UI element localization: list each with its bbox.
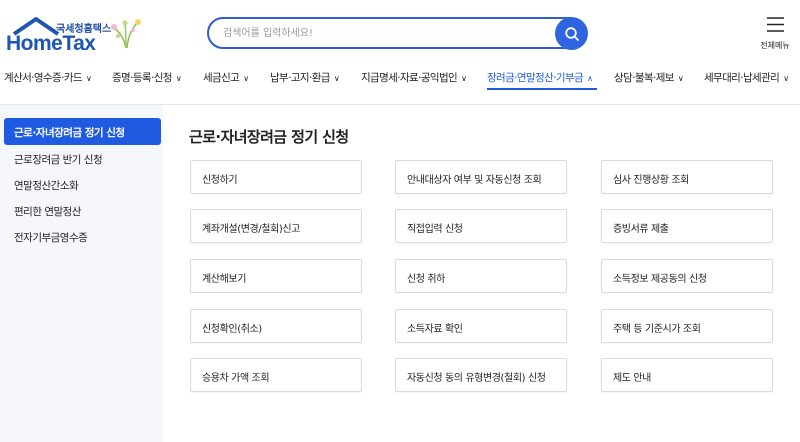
calculator-button[interactable]: 계산해보기 xyxy=(190,259,362,293)
nav-item-payment[interactable]: 납부·고지·환급 ∨ xyxy=(270,70,340,85)
nav-label: 장려금·연말정산·기부금 xyxy=(487,72,584,84)
system-guide-button[interactable]: 제도 안내 xyxy=(601,358,773,392)
confirm-cancel-button[interactable]: 신청확인(취소) xyxy=(190,309,362,343)
car-value-button[interactable]: 승용차 가액 조회 xyxy=(190,358,362,392)
apply-button[interactable]: 신청하기 xyxy=(190,160,362,194)
sidebar-item-year-end-simplified[interactable]: 연말정산간소화 xyxy=(14,178,79,193)
nav-item-incentive[interactable]: 장려금·연말정산·기부금 ∧ xyxy=(487,70,593,85)
search-box xyxy=(207,17,585,49)
chevron-up-icon: ∧ xyxy=(587,74,593,83)
chevron-down-icon: ∨ xyxy=(677,74,684,83)
chevron-down-icon: ∨ xyxy=(783,74,789,83)
chevron-down-icon: ∨ xyxy=(461,74,467,83)
nav-item-statement[interactable]: 지급명세·자료·공익법인 ∨ xyxy=(361,70,467,85)
eligibility-check-button[interactable]: 안내대상자 여부 및 자동신청 조회 xyxy=(395,160,567,194)
review-status-button[interactable]: 심사 진행상황 조회 xyxy=(601,160,773,194)
header: 국세청홈택스 HomeTax 전체메뉴 xyxy=(0,0,800,64)
chevron-down-icon: ∨ xyxy=(243,74,249,83)
chevron-down-icon: ∨ xyxy=(333,74,340,83)
all-menu-button[interactable]: 전체메뉴 xyxy=(757,16,793,52)
active-nav-underline xyxy=(487,88,597,90)
sidebar-item-half-year-application[interactable]: 근로장려금 반기 신청 xyxy=(14,152,103,167)
flower-decoration-icon xyxy=(111,19,141,49)
hometax-logo[interactable]: 국세청홈택스 HomeTax xyxy=(4,14,144,55)
nav-label: 세금신고 xyxy=(203,72,240,84)
nav-item-consult[interactable]: 상담·불복·제보 ∨ xyxy=(614,70,684,85)
sidebar-item-easy-year-end[interactable]: 편리한 연말정산 xyxy=(14,204,81,219)
nav-label: 세무대리·납세관리 xyxy=(704,72,780,84)
page-title: 근로·자녀장려금 정기 신청 xyxy=(189,128,349,146)
direct-input-button[interactable]: 직접입력 신청 xyxy=(395,209,567,243)
submit-documents-button[interactable]: 증빙서류 제출 xyxy=(601,209,773,243)
income-consent-button[interactable]: 소득정보 제공동의 신청 xyxy=(601,259,773,293)
income-data-button[interactable]: 소득자료 확인 xyxy=(395,309,567,343)
hamburger-icon xyxy=(767,17,784,32)
account-report-button[interactable]: 계좌개설(변경/철회)신고 xyxy=(190,209,362,243)
chevron-down-icon: ∨ xyxy=(85,74,92,83)
nav-label: 증명·등록·신청 xyxy=(112,72,172,84)
auto-consent-change-button[interactable]: 자동신청 동의 유형변경(철회) 신청 xyxy=(395,358,567,392)
nav-item-certificate[interactable]: 증명·등록·신청 ∨ xyxy=(112,70,182,85)
nav-label: 지급명세·자료·공익법인 xyxy=(361,72,458,84)
nav-item-invoice[interactable]: 계산서·영수증·카드 ∨ xyxy=(4,70,92,85)
sidebar-item-regular-application[interactable]: 근로·자녀장려금 정기 신청 xyxy=(4,118,161,145)
search-icon xyxy=(564,26,579,41)
housing-price-button[interactable]: 주택 등 기준시가 조회 xyxy=(601,309,773,343)
withdraw-application-button[interactable]: 신청 취하 xyxy=(395,259,567,293)
nav-label: 계산서·영수증·카드 xyxy=(4,72,83,84)
sidebar-item-donation-receipt[interactable]: 전자기부금영수증 xyxy=(14,230,88,245)
nav-label: 상담·불복·제보 xyxy=(614,72,674,84)
main-nav: 계산서·영수증·카드 ∨ 증명·등록·신청 ∨ 세금신고 ∨ 납부·고지·환급 ∨ 지급… xyxy=(0,64,800,92)
nav-item-tax-agent[interactable]: 세무대리·납세관리 ∨ xyxy=(704,70,789,85)
search-button[interactable] xyxy=(555,17,588,50)
logo-english-text: HomeTax xyxy=(6,32,96,55)
nav-item-tax-report[interactable]: 세금신고 ∨ xyxy=(203,70,249,85)
nav-label: 납부·고지·환급 xyxy=(270,72,330,84)
search-input[interactable] xyxy=(223,24,553,42)
chevron-down-icon: ∨ xyxy=(175,74,182,83)
sidebar: 근로·자녀장려금 정기 신청 근로장려금 반기 신청 연말정산간소화 편리한 연… xyxy=(0,105,163,442)
all-menu-label: 전체메뉴 xyxy=(760,41,790,50)
